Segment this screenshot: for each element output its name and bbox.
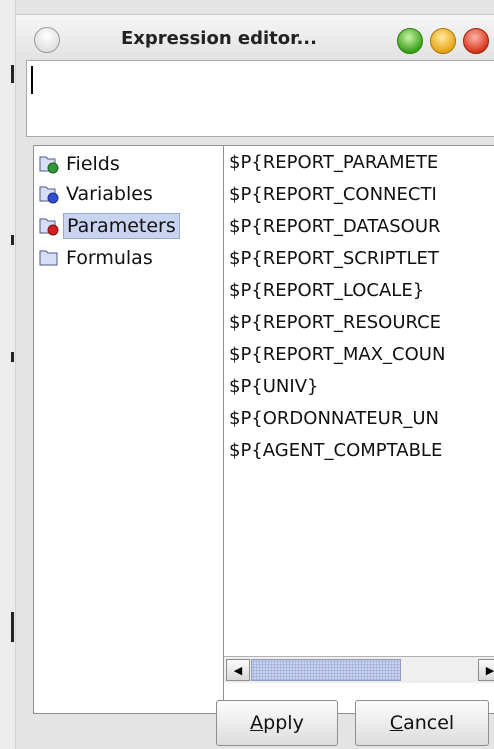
parameter-list: $P{REPORT_PARAMETE $P{REPORT_CONNECTI $P… xyxy=(223,145,494,714)
cancel-button[interactable]: Cancel xyxy=(355,700,489,746)
close-button[interactable] xyxy=(463,28,489,54)
edge-mark xyxy=(11,235,14,245)
list-item[interactable]: $P{REPORT_MAX_COUN xyxy=(229,340,445,370)
arrow-right-icon: ▶ xyxy=(485,663,494,677)
scrollbar-thumb[interactable] xyxy=(251,659,401,681)
window-title: Expression editor... xyxy=(121,28,317,49)
object-tree: Fields Variables Parameters Formulas xyxy=(33,145,227,714)
list-item[interactable]: $P{ORDONNATEUR_UN xyxy=(229,404,439,434)
apply-button[interactable]: Apply xyxy=(216,700,338,746)
tree-item-fields[interactable]: Fields xyxy=(39,150,123,178)
arrow-left-icon: ◀ xyxy=(233,663,243,677)
list-item[interactable]: $P{REPORT_LOCALE} xyxy=(229,276,424,306)
list-item[interactable]: $P{REPORT_SCRIPTLET xyxy=(229,244,439,274)
tree-item-label: Parameters xyxy=(63,213,180,239)
variables-icon xyxy=(39,186,59,204)
fields-icon xyxy=(39,156,59,174)
edge-mark xyxy=(11,352,14,362)
list-item[interactable]: $P{AGENT_COMPTABLE xyxy=(229,436,442,466)
tree-item-label: Variables xyxy=(66,183,153,205)
expression-input[interactable] xyxy=(26,60,494,137)
zoom-button[interactable] xyxy=(397,28,423,54)
tree-item-label: Formulas xyxy=(66,247,153,269)
window-menu-icon[interactable] xyxy=(34,27,60,53)
minimize-button[interactable] xyxy=(430,28,456,54)
list-item[interactable]: $P{REPORT_CONNECTI xyxy=(229,180,437,210)
tree-item-formulas[interactable]: Formulas xyxy=(39,244,156,272)
cancel-mnemonic: C xyxy=(389,712,404,734)
scroll-right-button[interactable]: ▶ xyxy=(478,659,494,681)
formulas-icon xyxy=(39,250,58,266)
expression-editor-dialog: Expression editor... Fields Variables Pa… xyxy=(16,0,494,749)
list-item[interactable]: $P{UNIV} xyxy=(229,372,318,402)
text-caret xyxy=(31,66,33,94)
background-window-edge xyxy=(0,0,16,749)
cancel-label: ancel xyxy=(403,712,455,734)
title-bar[interactable]: Expression editor... xyxy=(16,14,494,61)
edge-mark xyxy=(11,612,14,642)
tree-item-label: Fields xyxy=(66,153,120,175)
horizontal-scrollbar[interactable]: ◀ ▶ xyxy=(224,656,494,683)
apply-label: pply xyxy=(263,712,304,734)
list-item[interactable]: $P{REPORT_PARAMETE xyxy=(229,148,438,178)
tree-item-variables[interactable]: Variables xyxy=(39,180,156,208)
list-item[interactable]: $P{REPORT_RESOURCE xyxy=(229,308,441,338)
parameters-icon xyxy=(39,218,59,236)
apply-mnemonic: A xyxy=(250,712,264,734)
scroll-left-button[interactable]: ◀ xyxy=(226,659,250,681)
list-item[interactable]: $P{REPORT_DATASOUR xyxy=(229,212,441,242)
edge-mark xyxy=(11,65,14,83)
tree-item-parameters[interactable]: Parameters xyxy=(39,212,180,240)
